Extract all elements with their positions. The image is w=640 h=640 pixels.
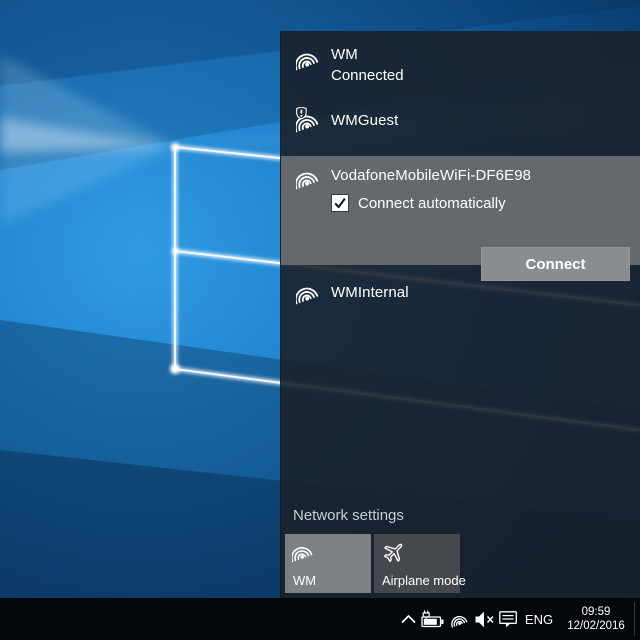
tile-label: WM: [293, 573, 316, 588]
language-indicator[interactable]: ENG: [524, 598, 554, 640]
network-name: WM: [331, 46, 358, 63]
network-tray-button[interactable]: [449, 598, 473, 640]
desktop-screen: WM Connected WMGuest: [0, 0, 640, 640]
network-row-wmguest[interactable]: WMGuest: [281, 101, 640, 143]
clock-date: 12/02/2016: [567, 619, 625, 633]
airplane-icon: [381, 539, 407, 565]
wifi-icon: [296, 164, 322, 190]
show-hidden-icons-button[interactable]: [399, 598, 417, 640]
clock[interactable]: 09:59 12/02/2016: [560, 598, 632, 640]
wifi-warning-icon: [296, 107, 322, 133]
quick-action-tile-airplane-mode[interactable]: Airplane mode: [374, 534, 460, 593]
network-name: WMGuest: [331, 112, 398, 129]
network-row-vodafone-selected[interactable]: VodafoneMobileWiFi-DF6E98 Connect automa…: [281, 156, 640, 265]
taskbar: ENG 09:59 12/02/2016: [0, 598, 640, 640]
network-status: Connected: [331, 67, 404, 84]
battery-charging-icon: [421, 610, 445, 628]
quick-action-tile-wifi[interactable]: WM: [285, 534, 371, 593]
wifi-icon: [296, 279, 322, 305]
network-name: VodafoneMobileWiFi-DF6E98: [331, 167, 531, 184]
wifi-icon: [296, 45, 322, 71]
connect-automatically-label: Connect automatically: [358, 195, 506, 212]
show-desktop-button[interactable]: [635, 598, 640, 640]
network-name: WMInternal: [331, 284, 409, 301]
clock-time: 09:59: [582, 605, 611, 619]
volume-tray-button[interactable]: [473, 598, 496, 640]
wifi-icon: [292, 539, 316, 563]
network-row-wm[interactable]: WM Connected: [281, 39, 640, 95]
connect-automatically-option[interactable]: Connect automatically: [331, 193, 506, 213]
chevron-up-icon: [401, 615, 416, 624]
network-row-wminternal[interactable]: WMInternal: [281, 271, 640, 317]
action-center-button[interactable]: [497, 598, 519, 640]
network-settings-link[interactable]: Network settings: [293, 507, 404, 524]
battery-status-button[interactable]: [420, 598, 445, 640]
action-center-icon: [499, 611, 518, 628]
tile-label: Airplane mode: [382, 573, 466, 588]
checkbox-checked-icon[interactable]: [331, 194, 349, 212]
wifi-flyout-panel: WM Connected WMGuest: [280, 31, 640, 598]
wifi-icon: [451, 610, 471, 628]
volume-muted-icon: [475, 611, 495, 628]
